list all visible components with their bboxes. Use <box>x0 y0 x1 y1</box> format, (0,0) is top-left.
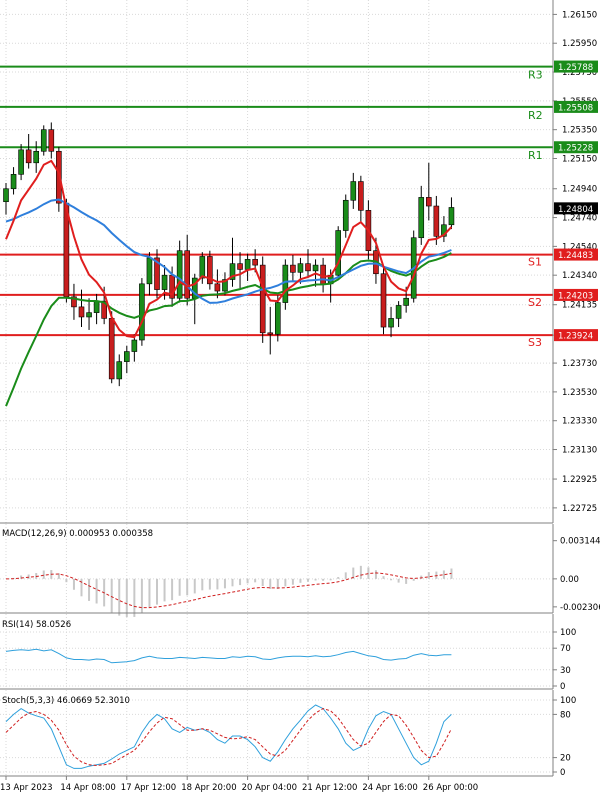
candle-body <box>78 306 85 318</box>
candle-body <box>199 256 206 279</box>
candle-body <box>403 297 409 306</box>
level-tag-r3: 1.25788 <box>558 63 593 73</box>
candle-body <box>108 318 115 380</box>
candle-body <box>146 257 153 285</box>
candle-body <box>350 181 357 201</box>
stochastic-tick-label: 100 <box>560 696 576 706</box>
candle-body <box>139 283 145 341</box>
stochastic-tick-label: 80 <box>560 710 571 720</box>
candle-body <box>282 264 289 303</box>
candle-body <box>18 149 24 175</box>
candle-body <box>297 263 304 273</box>
time-tick-label: 13 Apr 2023 <box>0 783 53 793</box>
candle-body <box>33 150 40 164</box>
level-tag-r2: 1.25508 <box>558 103 593 113</box>
candle-body <box>40 129 47 152</box>
candle-body <box>433 205 440 237</box>
candle-body <box>290 264 296 273</box>
candle-body <box>448 207 455 226</box>
price-tick-label: 1.26150 <box>562 10 597 20</box>
candle-body <box>380 273 387 328</box>
candle-body <box>267 332 274 335</box>
candle-body <box>320 264 326 285</box>
price-tick-label: 1.25350 <box>562 126 597 136</box>
candle-body <box>418 197 425 239</box>
time-tick-label: 14 Apr 08:00 <box>60 783 115 793</box>
candle-body <box>86 312 92 318</box>
time-tick-label: 20 Apr 04:00 <box>242 783 297 793</box>
candle-body <box>124 351 130 362</box>
price-tick-label: 1.23130 <box>562 446 597 456</box>
stochastic-tick-label: 20 <box>560 754 571 764</box>
candle-body <box>3 188 9 203</box>
candle-body <box>312 264 319 272</box>
stochastic-label: Stoch(5,3,3) 46.0669 52.3010 <box>2 696 130 706</box>
time-tick-label: 18 Apr 20:00 <box>181 783 236 793</box>
price-tick-label: 1.24340 <box>562 271 597 281</box>
candle-body <box>388 318 394 328</box>
candle-body <box>93 300 100 313</box>
candle-body <box>176 250 183 299</box>
candle-body <box>395 305 402 319</box>
price-tick-label: 1.23330 <box>562 417 597 427</box>
level-label-r2: R2 <box>528 109 543 122</box>
candle-body <box>335 230 342 276</box>
candle-body <box>25 149 32 164</box>
time-tick-label: 26 Apr 00:00 <box>423 783 478 793</box>
level-tag-s2: 1.24203 <box>558 291 593 301</box>
macd-label: MACD(12,26,9) 0.000953 0.000358 <box>2 529 153 539</box>
price-tick-label: 1.25150 <box>562 154 597 164</box>
price-tick-label: 1.24940 <box>562 185 597 195</box>
price-tick-label: 1.22925 <box>562 475 597 485</box>
candle-body <box>214 283 221 292</box>
chart-background <box>0 0 600 795</box>
level-label-s1: S1 <box>528 256 542 269</box>
level-label-r1: R1 <box>528 149 543 162</box>
macd-tick-label: 0.003144 <box>560 537 600 547</box>
current-price-tag: 1.24804 <box>558 205 593 215</box>
candle-body <box>252 259 258 266</box>
candle-body <box>10 174 17 190</box>
rsi-label: RSI(14) 58.0526 <box>2 620 71 630</box>
level-tag-r1: 1.25228 <box>558 144 593 154</box>
level-tag-s1: 1.24483 <box>558 251 593 261</box>
candle-body <box>342 199 349 231</box>
stochastic-tick-label: 0 <box>560 768 565 778</box>
level-label-s2: S2 <box>528 296 542 309</box>
rsi-tick-label: 30 <box>560 666 571 676</box>
time-tick-label: 21 Apr 12:00 <box>302 783 357 793</box>
candle-body <box>184 250 190 299</box>
macd-tick-label: -0.002306 <box>560 603 600 613</box>
level-tag-s3: 1.23924 <box>558 332 593 342</box>
candle-body <box>131 339 138 352</box>
forex-chart[interactable]: 1.261501.259501.257501.255501.253501.251… <box>0 0 600 795</box>
candle-body <box>425 197 432 207</box>
price-tick-label: 1.25950 <box>562 39 597 49</box>
candle-body <box>237 263 243 270</box>
candle-body <box>305 263 311 272</box>
level-label-s3: S3 <box>528 336 542 349</box>
rsi-tick-label: 0 <box>560 682 565 692</box>
candle-body <box>161 274 168 290</box>
price-tick-label: 1.22725 <box>562 504 597 514</box>
price-tick-label: 1.23530 <box>562 388 597 398</box>
price-tick-label: 1.24740 <box>562 214 597 224</box>
price-tick-label: 1.23730 <box>562 359 597 369</box>
candle-body <box>274 302 281 335</box>
candle-body <box>244 259 251 270</box>
current-price: 1.24804 <box>554 202 598 215</box>
candle-body <box>116 361 123 380</box>
rsi-tick-label: 70 <box>560 644 571 654</box>
rsi-tick-label: 100 <box>560 628 576 638</box>
candle-body <box>259 264 266 334</box>
price-tick-label: 1.24135 <box>562 301 597 311</box>
level-label-r3: R3 <box>528 69 543 82</box>
time-tick-label: 24 Apr 16:00 <box>362 783 417 793</box>
candle-body <box>358 181 364 211</box>
candle-body <box>48 129 55 152</box>
macd-tick-label: 0.00 <box>560 575 579 585</box>
time-tick-label: 17 Apr 12:00 <box>121 783 176 793</box>
